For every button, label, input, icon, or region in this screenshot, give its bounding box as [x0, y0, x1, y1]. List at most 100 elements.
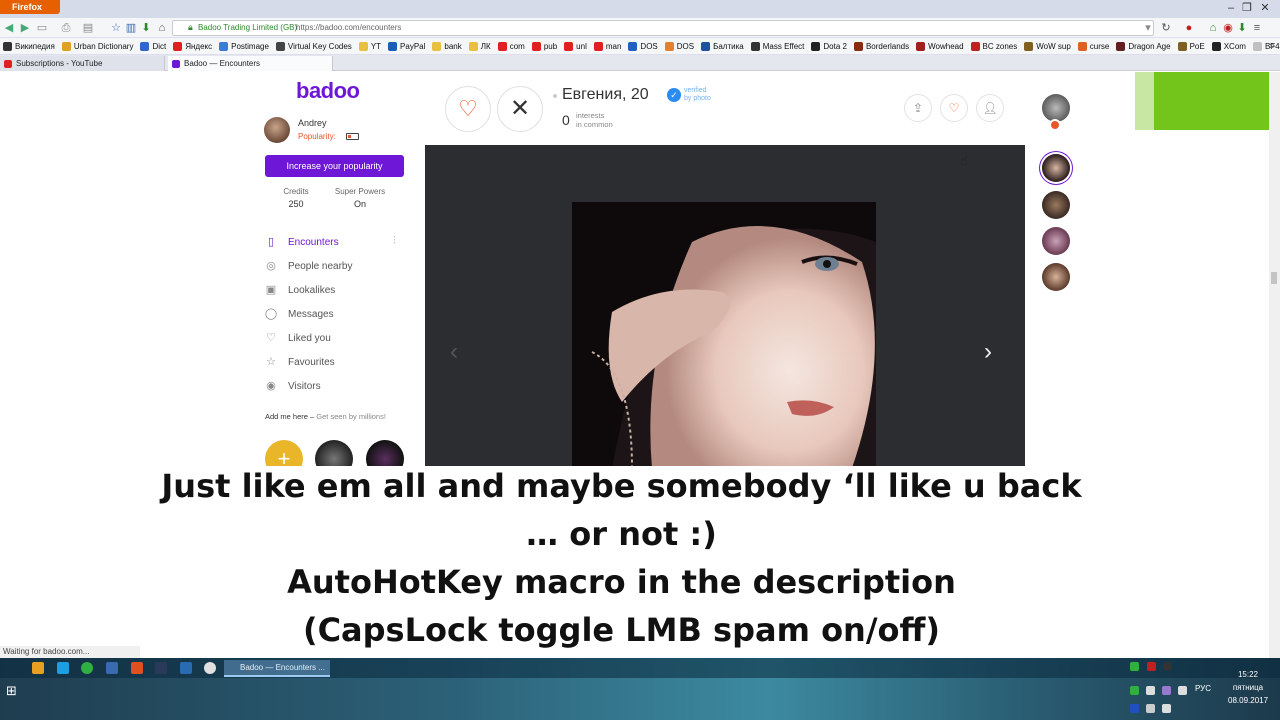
hamburger-menu-icon[interactable]: ≡ — [1251, 22, 1263, 34]
downloads-icon[interactable]: ⬇ — [1236, 22, 1248, 34]
back-icon[interactable]: ◀ — [3, 22, 15, 34]
app-icon[interactable] — [106, 662, 118, 674]
volume-icon[interactable] — [1162, 704, 1171, 713]
tray-icon[interactable] — [1162, 686, 1171, 695]
avatar[interactable] — [264, 117, 290, 143]
crush-button[interactable]: ♡ — [940, 94, 968, 122]
network-icon[interactable] — [1146, 686, 1155, 695]
language-indicator[interactable]: РУС — [1195, 684, 1211, 693]
bookmark-item[interactable]: Dict — [140, 41, 166, 51]
sidebar-item-people-nearby[interactable]: ◎ People nearby — [264, 257, 414, 275]
flag-icon[interactable] — [1130, 704, 1139, 713]
tray-icon[interactable] — [1163, 662, 1172, 671]
ad-banner[interactable] — [1154, 72, 1280, 130]
profile-button[interactable]: 👤︎ — [976, 94, 1004, 122]
windows-start-icon[interactable]: ⊞ — [6, 683, 17, 699]
forward-icon[interactable]: ▶ — [19, 22, 31, 34]
print-icon[interactable]: ⎙ — [60, 22, 72, 34]
superpowers-value[interactable]: On — [326, 199, 394, 209]
lock-icon[interactable]: 🔒︎ — [188, 22, 193, 33]
tab-youtube[interactable]: Subscriptions - YouTube — [0, 56, 165, 71]
pass-button[interactable]: ✕ — [497, 86, 543, 132]
page-scrollbar[interactable] — [1269, 72, 1280, 658]
bookmark-item[interactable]: Mass Effect — [750, 41, 804, 51]
bookmark-item[interactable]: Wowhead — [916, 41, 964, 51]
previous-photo-icon[interactable]: ‹ — [450, 338, 458, 366]
download-icon[interactable]: ⬇ — [140, 22, 152, 34]
bookmark-item[interactable]: Dragon Age — [1116, 41, 1171, 51]
bookmark-item[interactable]: man — [593, 41, 621, 51]
filter-icon[interactable]: ⫶ — [393, 235, 396, 248]
queue-user-thumb[interactable] — [1042, 154, 1070, 182]
bookmark-item[interactable]: Borderlands — [853, 41, 909, 51]
sidebar-item-encounters[interactable]: ▯ Encounters — [264, 233, 414, 251]
bookmark-item[interactable]: XCom — [1211, 41, 1246, 51]
next-photo-icon[interactable]: › — [984, 338, 992, 366]
popularity-label[interactable]: Popularity: — [298, 132, 336, 141]
sidebar-item-lookalikes[interactable]: ▣ Lookalikes — [264, 281, 414, 299]
superpowers-label[interactable]: Super Powers — [326, 187, 394, 196]
bookmark-item[interactable]: Dota 2 — [811, 41, 847, 51]
credits-label[interactable]: Credits — [272, 187, 320, 196]
home-icon[interactable]: ⌂ — [156, 22, 168, 34]
url-dropdown-icon[interactable]: ▾ — [1142, 22, 1154, 34]
site-identity[interactable]: Badoo Trading Limited (GB) — [198, 23, 297, 32]
adblock-icon[interactable]: ● — [1183, 22, 1195, 34]
bookmark-item[interactable]: Википедия — [3, 41, 55, 51]
app-icon[interactable] — [131, 662, 143, 674]
queue-user-thumb[interactable] — [1042, 227, 1070, 255]
tray-icon[interactable] — [1178, 686, 1187, 695]
bookmark-item[interactable]: Virtual Key Codes — [275, 41, 352, 51]
increase-popularity-button[interactable]: Increase your popularity — [265, 155, 404, 177]
profile-photo[interactable] — [572, 202, 876, 468]
toolbar-app-icon[interactable] — [32, 662, 44, 674]
reload-icon[interactable]: ↻ — [1160, 22, 1172, 34]
tray-icon[interactable] — [1130, 662, 1139, 671]
bookmark-item[interactable]: pub — [531, 41, 557, 51]
sidebar-item-messages[interactable]: ◯ Messages — [264, 305, 414, 323]
sidebar-item-visitors[interactable]: ◉ Visitors — [264, 377, 414, 395]
restore-icon[interactable]: ❐ — [1240, 2, 1254, 14]
share-button[interactable]: ⇪ — [904, 94, 932, 122]
my-profile-thumb[interactable] — [1042, 94, 1070, 122]
tray-icon[interactable] — [1147, 662, 1156, 671]
badoo-logo[interactable]: badoo — [296, 78, 360, 104]
scrollbar-thumb[interactable] — [1271, 272, 1277, 284]
clock[interactable]: 15:22 пятница 08.09.2017 — [1228, 668, 1268, 707]
bookmark-item[interactable]: Urban Dictionary — [61, 41, 133, 51]
bookmark-item[interactable]: WoW sup — [1024, 41, 1071, 51]
page-icon[interactable]: ▭ — [36, 22, 48, 34]
app-icon[interactable] — [180, 662, 192, 674]
app-icon[interactable] — [204, 662, 216, 674]
bookmark-item[interactable]: DOS — [628, 41, 658, 51]
like-button[interactable]: ♡ — [445, 86, 491, 132]
bookmark-item[interactable]: PayPal — [388, 41, 425, 51]
bookmarks-overflow-icon[interactable]: » — [1266, 40, 1278, 52]
bookmark-item[interactable]: Postimage — [219, 41, 269, 51]
firefox-menu-button[interactable]: Firefox — [0, 0, 60, 14]
bookmark-item[interactable]: curse — [1077, 41, 1109, 51]
power-icon[interactable] — [1146, 704, 1155, 713]
bookmark-item[interactable]: Яндекс — [173, 41, 212, 51]
add-me-here[interactable]: Add me here – Get seen by millions! — [265, 412, 386, 421]
close-icon[interactable]: ✕ — [1258, 2, 1272, 14]
nvidia-icon[interactable] — [1130, 686, 1139, 695]
skype-icon[interactable] — [57, 662, 69, 674]
battery-icon[interactable] — [346, 133, 359, 140]
bookmark-item[interactable]: Балтика — [701, 41, 744, 51]
bookmark-star-icon[interactable]: ☆ — [110, 22, 122, 34]
bookmark-item[interactable]: bank — [432, 41, 462, 51]
bookmark-item[interactable]: PoE — [1177, 41, 1205, 51]
queue-user-thumb[interactable] — [1042, 191, 1070, 219]
steam-icon[interactable] — [155, 662, 167, 674]
bookmark-item[interactable]: DOS — [664, 41, 694, 51]
bookmark-item[interactable]: ЛК — [468, 41, 491, 51]
credits-value[interactable]: 250 — [272, 199, 320, 209]
bookmark-item[interactable]: unl — [564, 41, 587, 51]
sidebar-item-favourites[interactable]: ☆ Favourites — [264, 353, 414, 371]
toolbar-icon[interactable]: ▤ — [82, 22, 94, 34]
profile-name[interactable]: Евгения, 20 — [562, 86, 649, 104]
url-text[interactable]: https://badoo.com/encounters — [296, 23, 401, 32]
taskbar-firefox-task[interactable]: Badoo — Encounters ... — [224, 660, 330, 677]
bookmark-item[interactable]: YT — [358, 41, 381, 51]
